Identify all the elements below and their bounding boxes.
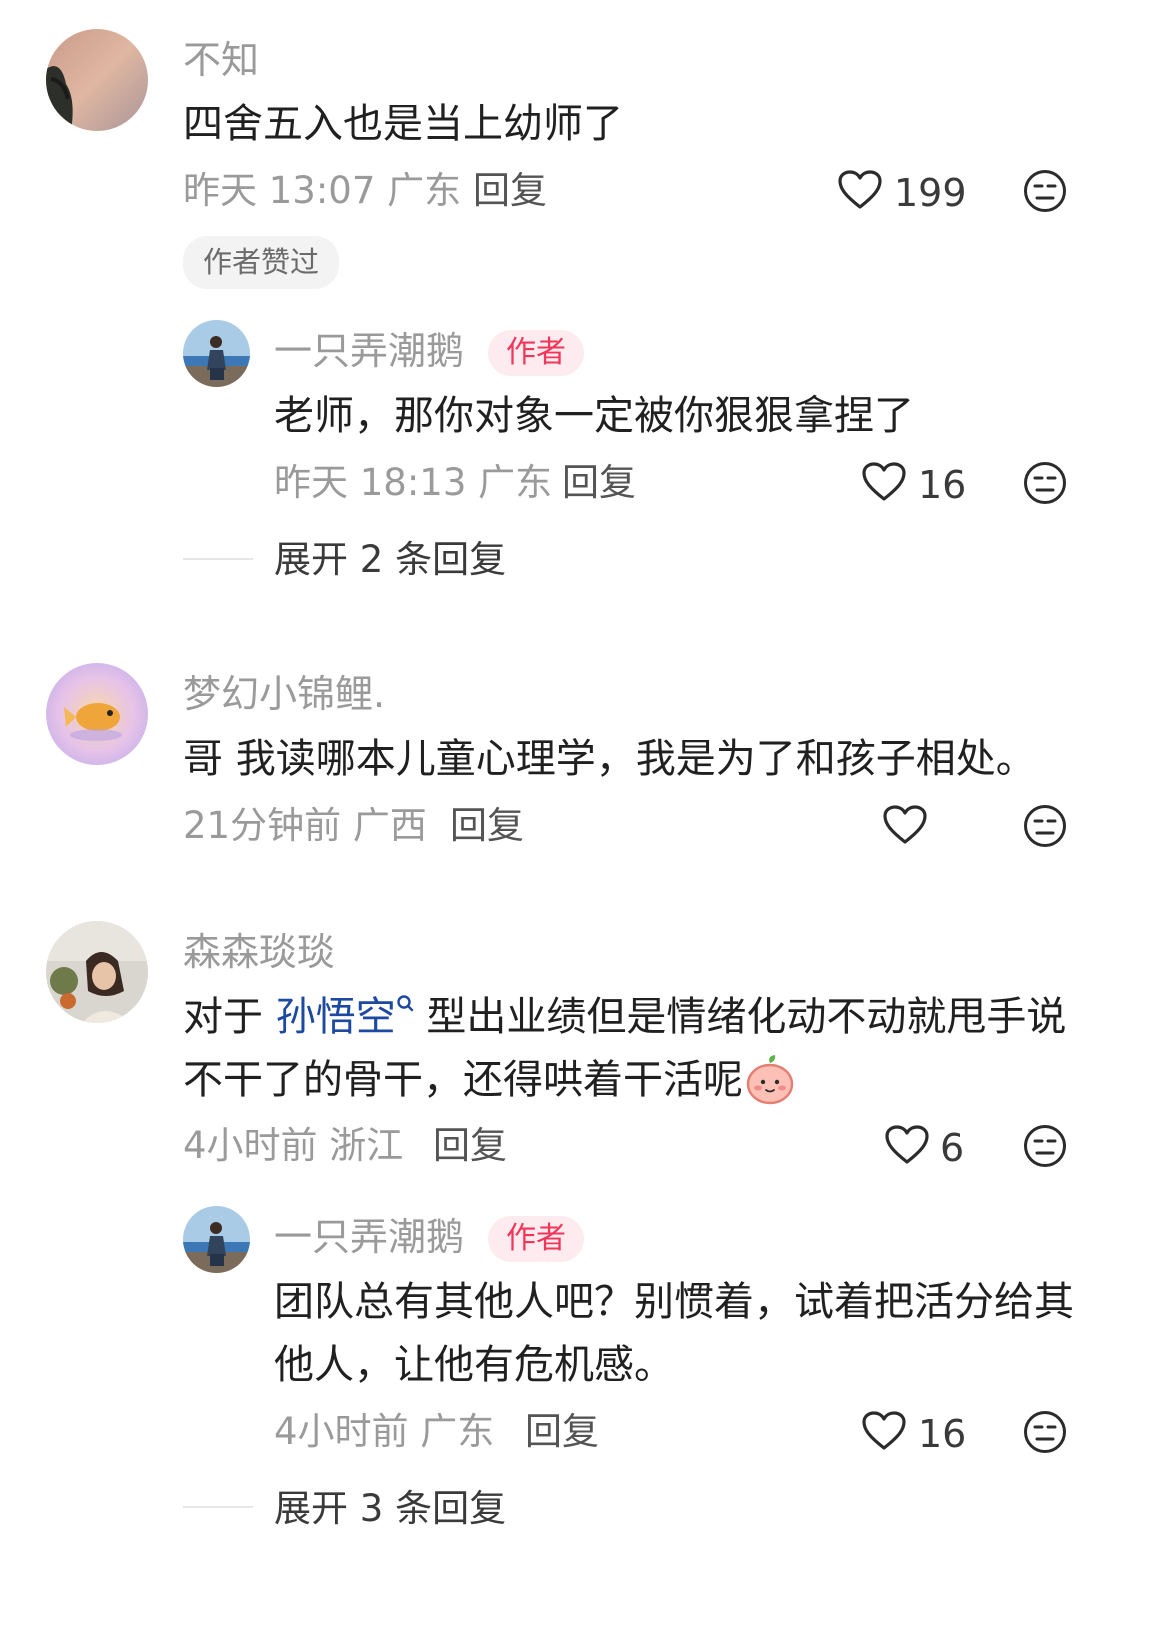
- reply-text: 老师，那你对象一定被你狠狠拿捏了: [274, 393, 914, 439]
- reply-time-location: 昨天 18:13 广东: [274, 461, 553, 504]
- expressionless-face-icon[interactable]: [1023, 804, 1067, 848]
- expressionless-face-icon[interactable]: [1023, 461, 1067, 505]
- like-count: 199: [894, 171, 967, 215]
- heart-outline-icon[interactable]: [885, 1125, 929, 1165]
- comment-time-location: 4小时前 浙江: [183, 1124, 404, 1167]
- avatar[interactable]: [46, 29, 148, 131]
- comment-text-line2: 不干了的骨干，还得哄着干活呢: [183, 1049, 795, 1111]
- author-tag: 作者: [488, 330, 584, 376]
- expressionless-face-icon[interactable]: [1023, 1124, 1067, 1168]
- expand-divider: [183, 558, 253, 560]
- comment-text-prefix: 对于: [183, 994, 276, 1040]
- comment-text: 四舍五入也是当上幼师了: [183, 101, 623, 147]
- reply-button[interactable]: 回复: [562, 464, 636, 501]
- heart-outline-icon[interactable]: [838, 170, 882, 210]
- expand-replies-button[interactable]: 展开 3 条回复: [274, 1490, 506, 1527]
- comment-text: 对于 孙悟空 型出业绩但是情绪化动不动就甩手说: [183, 986, 1083, 1048]
- reply-button[interactable]: 回复: [525, 1413, 599, 1450]
- search-icon[interactable]: [396, 994, 414, 1012]
- comment-time-location: 21分钟前 广西: [183, 804, 427, 847]
- expand-divider: [183, 1506, 253, 1508]
- topic-link[interactable]: 孙悟空: [276, 994, 396, 1040]
- comment-time-location: 昨天 13:07 广东: [183, 169, 462, 212]
- reply-text-line2: 他人，让他有危机感。: [274, 1342, 674, 1388]
- avatar[interactable]: [183, 320, 250, 387]
- like-count: 6: [940, 1126, 965, 1170]
- peach-emoji-icon: [745, 1053, 795, 1105]
- avatar[interactable]: [183, 1206, 250, 1273]
- author-liked-badge: 作者赞过: [183, 236, 340, 289]
- expressionless-face-icon[interactable]: [1023, 169, 1067, 213]
- comment-text: 哥 我读哪本儿童心理学，我是为了和孩子相处。: [183, 736, 1036, 782]
- reply-button[interactable]: 回复: [473, 172, 547, 209]
- reply-username[interactable]: 一只弄潮鹅: [274, 332, 464, 370]
- reply-button[interactable]: 回复: [433, 1127, 507, 1164]
- avatar[interactable]: [46, 663, 148, 765]
- comment-text-line2-text: 不干了的骨干，还得哄着干活呢: [183, 1057, 743, 1103]
- comment-username[interactable]: 森森琰琰: [183, 933, 335, 971]
- reply-time-location: 4小时前 广东: [274, 1410, 495, 1453]
- reply-username[interactable]: 一只弄潮鹅: [274, 1218, 464, 1256]
- author-tag: 作者: [488, 1216, 584, 1262]
- comment-username[interactable]: 不知: [183, 41, 259, 79]
- like-count: 16: [918, 1412, 967, 1456]
- heart-outline-icon[interactable]: [862, 1411, 906, 1451]
- expand-replies-button[interactable]: 展开 2 条回复: [274, 541, 506, 578]
- avatar[interactable]: [46, 921, 148, 1023]
- like-count: 16: [918, 463, 967, 507]
- reply-button[interactable]: 回复: [450, 807, 524, 844]
- heart-outline-icon[interactable]: [883, 805, 927, 845]
- comment-text-suffix: 型出业绩但是情绪化动不动就甩手说: [413, 994, 1067, 1040]
- heart-outline-icon[interactable]: [862, 462, 906, 502]
- comment-username[interactable]: 梦幻小锦鲤.: [183, 675, 385, 713]
- expressionless-face-icon[interactable]: [1023, 1410, 1067, 1454]
- reply-text: 团队总有其他人吧？别惯着，试着把活分给其: [274, 1279, 1074, 1325]
